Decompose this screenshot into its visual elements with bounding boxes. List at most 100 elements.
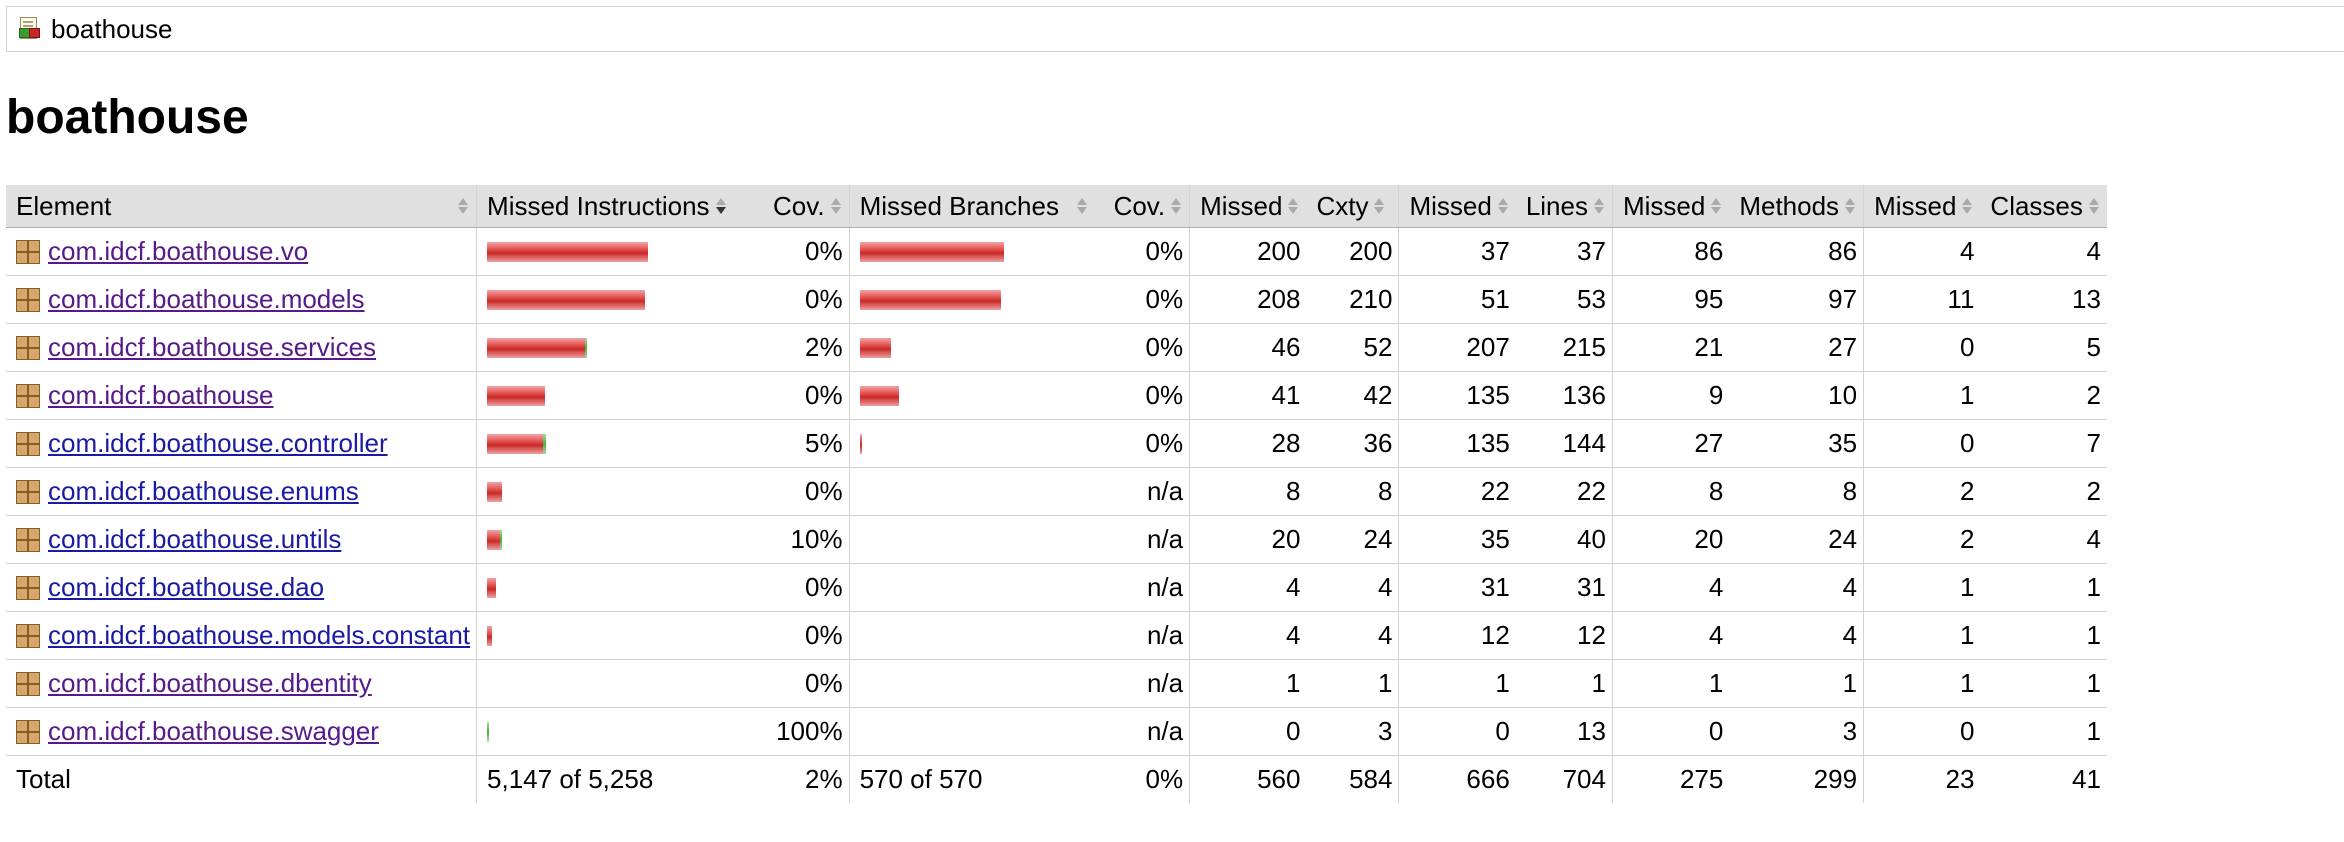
branches-missed-bar — [859, 241, 1004, 262]
header-element[interactable]: Element — [6, 185, 478, 228]
header-lines[interactable]: Lines — [1515, 185, 1613, 228]
element-cell: com.idcf.boathouse.dbentity — [6, 659, 478, 708]
branches-cov-cell: n/a — [1103, 707, 1191, 756]
package-icon — [16, 431, 40, 456]
header-cov-instructions[interactable]: Cov. — [763, 185, 850, 228]
missed-lines-cell: 135 — [1398, 371, 1516, 420]
missed-instructions-cell — [476, 515, 764, 564]
lines-cell: 12 — [1515, 611, 1613, 660]
header-missed-methods[interactable]: Missed — [1612, 185, 1730, 228]
sort-icon[interactable] — [1169, 196, 1183, 216]
sort-icon[interactable] — [1843, 196, 1857, 216]
header-methods[interactable]: Methods — [1729, 185, 1865, 228]
header-classes[interactable]: Classes — [1980, 185, 2107, 228]
missed-methods-cell: 9 — [1612, 371, 1730, 420]
element-cell: com.idcf.boathouse.models — [6, 275, 478, 324]
header-missed-lines[interactable]: Missed — [1398, 185, 1516, 228]
sort-icon[interactable] — [829, 196, 843, 216]
package-link[interactable]: com.idcf.boathouse.controller — [48, 428, 388, 459]
package-link[interactable]: com.idcf.boathouse.services — [48, 332, 376, 363]
sort-icon[interactable] — [1960, 196, 1974, 216]
classes-cell: 2 — [1980, 371, 2107, 420]
missed-methods-cell: 27 — [1612, 419, 1730, 468]
header-missed-branches[interactable]: Missed Branches — [849, 185, 1104, 228]
page-title: boathouse — [6, 91, 249, 144]
total-branches-cov: 0% — [1103, 755, 1191, 803]
element-cell: com.idcf.boathouse.vo — [6, 227, 478, 276]
missed-lines-cell: 12 — [1398, 611, 1516, 660]
missed-branches-cell — [849, 419, 1104, 468]
sort-icon[interactable] — [1592, 196, 1606, 216]
missed-instructions-cell — [476, 563, 764, 612]
branches-coverage-bar — [859, 385, 1098, 407]
branches-missed-bar — [859, 337, 891, 358]
package-link[interactable]: com.idcf.boathouse.vo — [48, 236, 308, 267]
table-row: com.idcf.boathouse.swagger 100% n/a 0 3 0 13… — [6, 707, 2107, 756]
sort-icon[interactable] — [1709, 196, 1723, 216]
classes-cell: 7 — [1980, 419, 2107, 468]
package-link[interactable]: com.idcf.boathouse.enums — [48, 476, 359, 507]
package-icon — [16, 671, 40, 696]
branches-missed-bar — [859, 385, 900, 406]
sort-icon[interactable] — [1372, 196, 1386, 216]
missed-cxty-cell: 1 — [1189, 659, 1307, 708]
methods-cell: 35 — [1729, 419, 1865, 468]
breadcrumb: boathouse — [6, 6, 2344, 52]
header-missed-classes[interactable]: Missed — [1863, 185, 1981, 228]
package-link[interactable]: com.idcf.boathouse.dbentity — [48, 668, 372, 699]
sort-icon[interactable] — [1286, 196, 1300, 216]
instructions-covered-bar — [499, 529, 502, 550]
sort-icon[interactable] — [2087, 196, 2101, 216]
missed-methods-cell: 86 — [1612, 227, 1730, 276]
instructions-cov-cell: 0% — [763, 227, 850, 276]
missed-methods-cell: 20 — [1612, 515, 1730, 564]
missed-lines-cell: 0 — [1398, 707, 1516, 756]
instructions-cov-cell: 0% — [763, 467, 850, 516]
instructions-missed-bar — [487, 481, 503, 502]
methods-cell: 4 — [1729, 611, 1865, 660]
missed-classes-cell: 1 — [1863, 563, 1981, 612]
sort-icon[interactable] — [1496, 196, 1510, 216]
total-classes: 41 — [2071, 764, 2101, 794]
package-link[interactable]: com.idcf.boathouse.untils — [48, 524, 341, 555]
total-missed-methods: 275 — [1679, 764, 1724, 794]
branches-cov-cell: 0% — [1103, 323, 1191, 372]
package-icon — [16, 575, 40, 600]
total-methods: 299 — [1729, 755, 1865, 803]
element-cell: com.idcf.boathouse.enums — [6, 467, 478, 516]
sort-descending-icon[interactable] — [714, 196, 728, 216]
package-icon — [16, 383, 40, 408]
missed-branches-cell — [849, 371, 1104, 420]
missed-lines-cell: 37 — [1398, 227, 1516, 276]
header-cxty[interactable]: Cxty — [1306, 185, 1400, 228]
instructions-coverage-bar — [487, 289, 757, 311]
instructions-covered-bar — [542, 433, 546, 454]
classes-cell: 4 — [1980, 515, 2107, 564]
package-link[interactable]: com.idcf.boathouse.models.constant — [48, 620, 470, 651]
header-cov-branches[interactable]: Cov. — [1103, 185, 1191, 228]
missed-branches-cell — [849, 563, 1104, 612]
instructions-cov-cell: 0% — [763, 275, 850, 324]
element-cell: com.idcf.boathouse.controller — [6, 419, 478, 468]
package-link[interactable]: com.idcf.boathouse — [48, 380, 273, 411]
instructions-coverage-bar — [487, 529, 757, 551]
sort-icon[interactable] — [456, 196, 470, 216]
package-icon — [16, 479, 40, 504]
branches-missed-bar — [859, 433, 862, 454]
branches-cov-cell: n/a — [1103, 515, 1191, 564]
table-header-row: Element Missed Instructions Cov. Missed … — [6, 185, 2107, 228]
total-missed-cxty: 560 — [1257, 764, 1301, 794]
missed-lines-cell: 22 — [1398, 467, 1516, 516]
package-link[interactable]: com.idcf.boathouse.dao — [48, 572, 324, 603]
missed-instructions-cell — [476, 467, 764, 516]
header-missed-cxty[interactable]: Missed — [1189, 185, 1307, 228]
package-link[interactable]: com.idcf.boathouse.swagger — [48, 716, 379, 747]
branches-cov-cell: 0% — [1103, 227, 1191, 276]
package-icon — [16, 719, 40, 744]
instructions-missed-bar — [487, 337, 585, 358]
header-missed-instructions[interactable]: Missed Instructions — [476, 185, 764, 228]
instructions-cov-cell: 2% — [763, 323, 850, 372]
sort-icon[interactable] — [1075, 196, 1089, 216]
instructions-coverage-bar — [487, 721, 757, 743]
package-link[interactable]: com.idcf.boathouse.models — [48, 284, 365, 315]
